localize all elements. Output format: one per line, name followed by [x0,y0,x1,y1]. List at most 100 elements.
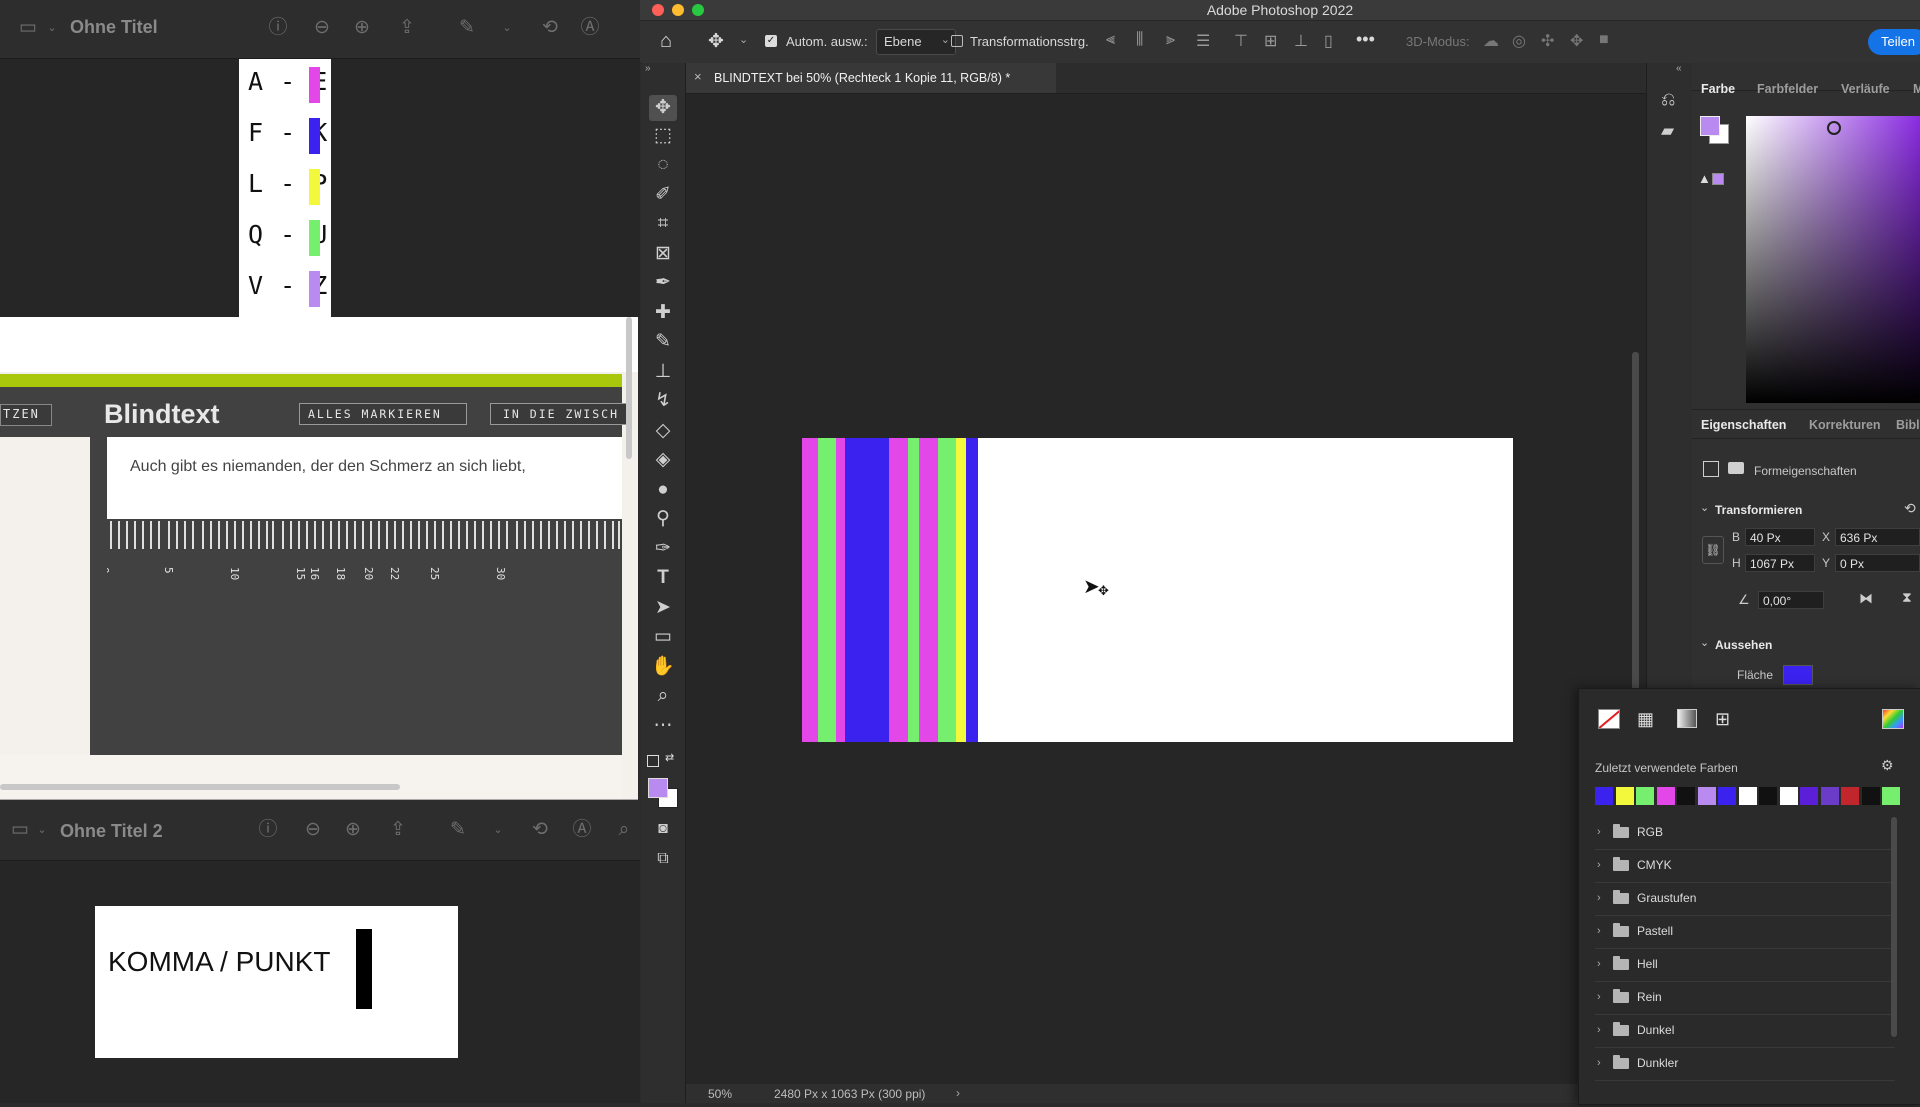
more-tools-icon[interactable]: ⋯ [649,713,677,739]
chevron-down-icon[interactable]: ⌄ [495,16,519,40]
type-tool-icon[interactable]: T [649,565,677,591]
rotate-icon[interactable]: ⟲ [538,16,562,40]
align-bottom-icon[interactable]: ⊥ [1294,31,1308,51]
swatch-folder-rein[interactable]: › Rein [1595,982,1895,1015]
shape-transform-icon[interactable] [1703,461,1719,477]
chevron-down-icon[interactable]: ⌄ [739,33,748,46]
eraser-tool-icon[interactable]: ◇ [649,418,677,444]
mask-icon[interactable] [1728,462,1744,474]
info-icon[interactable]: ⓘ [266,16,290,40]
reset-transform-icon[interactable]: ⟲ [1904,500,1916,517]
chevron-down-icon[interactable]: ⌄ [486,818,510,842]
tab-farbe[interactable]: Farbe [1701,82,1735,96]
paint-bucket-tool-icon[interactable]: ◈ [649,447,677,473]
x-input[interactable]: 636 Px [1835,528,1920,546]
markup-pen-icon[interactable]: ✎ [455,16,479,40]
zoom-in-icon[interactable]: ⊕ [350,16,374,40]
stamp-tool-icon[interactable]: ⊥ [649,359,677,385]
default-colors-icon[interactable] [647,755,659,767]
swatch-list-scrollbar[interactable] [1891,817,1897,1037]
sidebar-toggle-icon[interactable]: ▭ [8,818,32,842]
recent-color-swatch[interactable] [1697,787,1716,805]
align-middle-icon[interactable]: ⊞ [1264,31,1277,51]
swatch-folder-graustufen[interactable]: › Graustufen [1595,883,1895,916]
link-dimensions-icon[interactable]: ⛓ [1702,536,1724,564]
gamut-swatch[interactable] [1712,173,1724,185]
flip-horizontal-icon[interactable]: ⧓ [1859,590,1873,607]
healing-brush-tool-icon[interactable]: ✚ [649,300,677,326]
fill-color-swatch[interactable] [1783,665,1813,685]
history-panel-icon[interactable]: ⎌ [1661,89,1675,110]
document-tab[interactable]: × BLINDTEXT bei 50% (Rechteck 1 Kopie 11… [686,63,1056,93]
swatch-folder-pastell[interactable]: › Pastell [1595,916,1895,949]
recent-color-swatch[interactable] [1718,787,1736,805]
align-right-icon[interactable]: ⫸ [1166,31,1175,49]
recent-color-swatch[interactable] [1800,787,1818,805]
width-input[interactable]: 40 Px [1745,528,1815,546]
3d-orbit-icon[interactable]: ☁ [1483,31,1499,51]
close-tab-icon[interactable]: × [694,69,702,84]
document-canvas[interactable] [802,438,1513,742]
history-brush-tool-icon[interactable]: ↯ [649,388,677,414]
tab-verlaeufe[interactable]: Verläufe [1841,82,1890,96]
pattern-icon[interactable]: ⊞ [1715,709,1730,730]
crop-tool-icon[interactable]: ⌗ [649,211,677,237]
pen-tool-icon[interactable]: ✑ [649,536,677,562]
chevron-down-icon[interactable]: ⌄ [40,16,64,40]
recent-color-swatch[interactable] [1882,787,1900,805]
swap-colors-icon[interactable]: ⇄ [665,751,674,764]
eyedropper-tool-icon[interactable]: ✒ [649,270,677,296]
color-picker-handle[interactable] [1827,121,1841,135]
home-icon[interactable]: ⌂ [660,30,672,53]
chevron-down-icon[interactable]: ⌄ [1700,636,1709,649]
share-icon[interactable]: ⇪ [395,16,419,40]
auto-select-checkbox[interactable]: ✓ [765,35,777,47]
no-fill-icon[interactable] [1598,709,1620,729]
zoom-out-icon[interactable]: ⊖ [301,818,325,842]
tab-korrekturen[interactable]: Korrekturen [1809,418,1881,432]
distribute-icon[interactable]: ☰ [1196,31,1210,51]
recent-color-swatch[interactable] [1677,787,1695,805]
angle-input[interactable]: 0,00° [1758,591,1824,609]
settings-gear-icon[interactable]: ⚙ [1881,757,1894,774]
share-icon[interactable]: ⇪ [386,818,410,842]
3d-pan-icon[interactable]: ✣ [1541,31,1554,51]
comments-panel-icon[interactable]: ▰ [1661,121,1674,141]
marquee-tool-icon[interactable]: ⬚ [649,123,677,149]
recent-color-swatch[interactable] [1841,787,1859,805]
dodge-tool-icon[interactable]: ⚲ [649,506,677,532]
tab-farbfelder[interactable]: Farbfelder [1757,82,1818,96]
swatch-folder-hell[interactable]: › Hell [1595,949,1895,982]
lasso-tool-icon[interactable]: ◌ [649,152,677,178]
move-tool-icon[interactable]: ✥ [708,30,724,53]
tab-bibliotheken[interactable]: Bibl [1896,418,1920,432]
recent-color-swatch[interactable] [1595,787,1613,805]
tab-more[interactable]: M [1913,82,1920,96]
solid-color-icon[interactable]: ▦ [1637,709,1654,730]
ps-canvas-area[interactable]: ➤ ✥ [686,94,1646,1095]
recent-color-swatch[interactable] [1738,787,1757,805]
swatch-folder-dunkel[interactable]: › Dunkel [1595,1015,1895,1048]
markup-pen-icon[interactable]: ✎ [446,818,470,842]
align-top-icon[interactable]: ⊤ [1234,31,1248,51]
move-tool-icon[interactable]: ✥ [649,95,677,121]
mark-all-button[interactable]: ALLES MARKIEREN [299,403,467,425]
more-options-icon[interactable]: ••• [1356,29,1375,50]
annotate-icon[interactable]: Ⓐ [570,818,594,842]
share-button[interactable]: Teilen [1868,29,1920,55]
vertical-scrollbar[interactable] [626,317,632,459]
panel-foreground-swatch[interactable] [1700,116,1720,136]
quick-mask-icon[interactable]: ◙ [649,816,677,842]
foreground-color-swatch[interactable] [648,778,668,798]
sidebar-toggle-icon[interactable]: ▭ [16,16,40,40]
recent-color-swatch[interactable] [1759,787,1777,805]
3d-slide-icon[interactable]: ✥ [1570,31,1583,51]
recent-color-swatch[interactable] [1779,787,1798,805]
search-icon[interactable]: ⌕ [612,818,636,842]
collapse-toolbar-icon[interactable]: » [645,63,651,74]
quick-selection-tool-icon[interactable]: ✐ [649,182,677,208]
3d-camera-icon[interactable]: ■ [1599,31,1609,49]
height-input[interactable]: 1067 Px [1745,554,1815,572]
align-left-icon[interactable]: ⫷ [1106,31,1115,49]
info-icon[interactable]: ⓘ [256,818,280,842]
